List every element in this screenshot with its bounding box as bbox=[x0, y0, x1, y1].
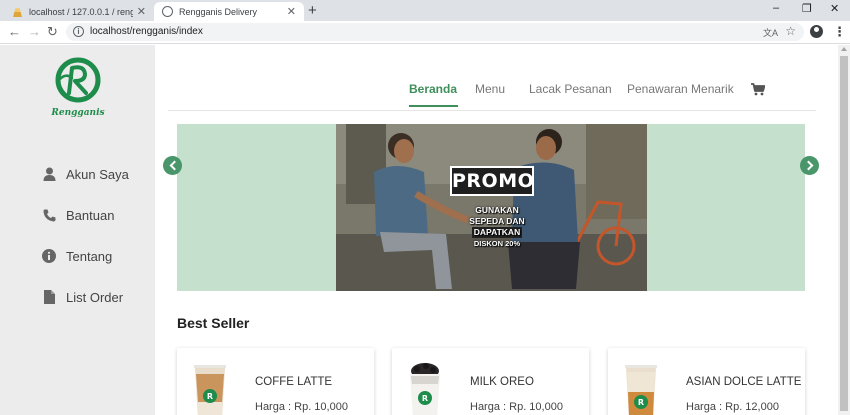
product-image[interactable]: R bbox=[191, 362, 229, 415]
logo-text: Rengganis bbox=[50, 108, 104, 118]
sidebar-item-list-order[interactable]: List Order bbox=[41, 287, 123, 307]
product-card-milk-oreo[interactable]: R MILK OREO Harga : Rp. 10,000 bbox=[392, 348, 589, 415]
reload-icon[interactable]: ↻ bbox=[47, 24, 58, 40]
translate-icon[interactable]: 文A bbox=[763, 26, 778, 39]
product-price: Harga : Rp. 10,000 bbox=[470, 401, 563, 413]
bookmark-star-icon[interactable]: ☆ bbox=[785, 24, 796, 38]
scrollbar-thumb[interactable] bbox=[840, 56, 848, 411]
nav-penawaran-menarik[interactable]: Penawaran Menarik bbox=[627, 82, 734, 96]
promo-line: SEPEDA DAN bbox=[469, 216, 525, 226]
browser-menu-icon[interactable]: ⋮ bbox=[833, 24, 846, 40]
product-name[interactable]: ASIAN DOLCE LATTE bbox=[686, 376, 801, 388]
product-name[interactable]: COFFE LATTE bbox=[255, 376, 332, 388]
close-tab-icon[interactable]: ✕ bbox=[287, 5, 296, 18]
address-url[interactable]: localhost/rengganis/index bbox=[90, 26, 203, 37]
phone-icon bbox=[41, 207, 57, 223]
browser-toolbar: ← → ↻ i localhost/rengganis/index 文A ☆ ⋮ bbox=[0, 21, 850, 44]
restore-icon[interactable]: ❐ bbox=[802, 2, 812, 15]
promo-line: GUNAKAN bbox=[475, 205, 519, 215]
carousel-prev-arrow-icon[interactable] bbox=[163, 156, 182, 175]
sidebar-item-tentang[interactable]: Tentang bbox=[41, 246, 112, 266]
product-image[interactable]: R bbox=[406, 362, 444, 415]
sidebar-item-label: Akun Saya bbox=[66, 166, 129, 182]
info-icon bbox=[41, 248, 57, 264]
nav-beranda[interactable]: Beranda bbox=[409, 82, 457, 96]
browser-tab-phpmyadmin[interactable]: localhost / 127.0.0.1 / rengganis ✕ bbox=[4, 2, 154, 21]
svg-text:R: R bbox=[638, 398, 644, 407]
product-image[interactable]: R bbox=[622, 362, 660, 415]
promo-carousel[interactable]: PROMO GUNAKAN SEPEDA DAN DAPATKAN DISKON… bbox=[177, 124, 805, 291]
globe-icon bbox=[162, 6, 173, 17]
promo-title: PROMO bbox=[452, 168, 535, 194]
rengganis-logo[interactable]: Rengganis bbox=[50, 57, 106, 119]
close-window-icon[interactable]: ✕ bbox=[830, 2, 839, 15]
scroll-up-arrow-icon[interactable] bbox=[841, 47, 847, 51]
sidebar-item-akun-saya[interactable]: Akun Saya bbox=[41, 164, 129, 184]
svg-text:R: R bbox=[422, 394, 428, 403]
promo-line: DAPATKAN bbox=[471, 227, 523, 238]
page-scrollbar[interactable] bbox=[838, 45, 850, 415]
sidebar-item-bantuan[interactable]: Bantuan bbox=[41, 205, 114, 225]
tab-title: Rengganis Delivery bbox=[179, 6, 258, 17]
promo-slide-image[interactable]: PROMO GUNAKAN SEPEDA DAN DAPATKAN DISKON… bbox=[336, 124, 647, 291]
tab-title: localhost / 127.0.0.1 / rengganis bbox=[29, 6, 133, 17]
file-icon bbox=[41, 289, 57, 305]
info-icon[interactable]: i bbox=[73, 26, 84, 37]
sidebar: Rengganis Akun Saya Bantuan Tentang List… bbox=[0, 45, 155, 415]
shopping-cart-icon[interactable] bbox=[751, 83, 766, 101]
back-arrow-icon[interactable]: ← bbox=[8, 24, 21, 40]
top-navigation: Beranda Menu Lacak Pesanan Penawaran Men… bbox=[168, 45, 816, 111]
product-name[interactable]: MILK OREO bbox=[470, 376, 534, 388]
promo-description: GUNAKAN SEPEDA DAN DAPATKAN DISKON 20% bbox=[462, 205, 532, 249]
product-card-asian-dolce-latte[interactable]: R ASIAN DOLCE LATTE Harga : Rp. 12,000 bbox=[608, 348, 805, 415]
main-content: Beranda Menu Lacak Pesanan Penawaran Men… bbox=[155, 45, 838, 415]
carousel-next-arrow-icon[interactable] bbox=[800, 156, 819, 175]
user-icon bbox=[41, 166, 57, 182]
nav-lacak-pesanan[interactable]: Lacak Pesanan bbox=[529, 82, 612, 96]
sidebar-item-label: List Order bbox=[66, 289, 124, 305]
new-tab-button[interactable]: + bbox=[308, 2, 317, 20]
best-seller-title: Best Seller bbox=[177, 315, 250, 331]
address-bar[interactable]: i localhost/rengganis/index 文A ☆ bbox=[66, 23, 804, 41]
forward-arrow-icon[interactable]: → bbox=[28, 24, 41, 40]
sidebar-item-label: Bantuan bbox=[66, 207, 115, 223]
browser-tab-rengganis[interactable]: Rengganis Delivery ✕ bbox=[154, 2, 304, 21]
sidebar-item-label: Tentang bbox=[66, 248, 113, 264]
promo-badge: PROMO bbox=[450, 166, 534, 196]
product-price: Harga : Rp. 12,000 bbox=[686, 401, 779, 413]
minimize-icon[interactable]: – bbox=[773, 2, 779, 14]
browser-tab-bar: localhost / 127.0.0.1 / rengganis ✕ Reng… bbox=[0, 0, 850, 21]
product-card-coffe-latte[interactable]: R COFFE LATTE Harga : Rp. 10,000 bbox=[177, 348, 374, 415]
close-tab-icon[interactable]: ✕ bbox=[137, 5, 146, 18]
active-nav-indicator bbox=[409, 105, 458, 107]
phpmyadmin-icon bbox=[13, 8, 22, 17]
nav-menu[interactable]: Menu bbox=[475, 82, 505, 96]
profile-avatar-icon[interactable] bbox=[810, 25, 823, 38]
product-price: Harga : Rp. 10,000 bbox=[255, 401, 348, 413]
promo-line: DISKON 20% bbox=[473, 239, 521, 248]
svg-text:R: R bbox=[207, 392, 213, 401]
